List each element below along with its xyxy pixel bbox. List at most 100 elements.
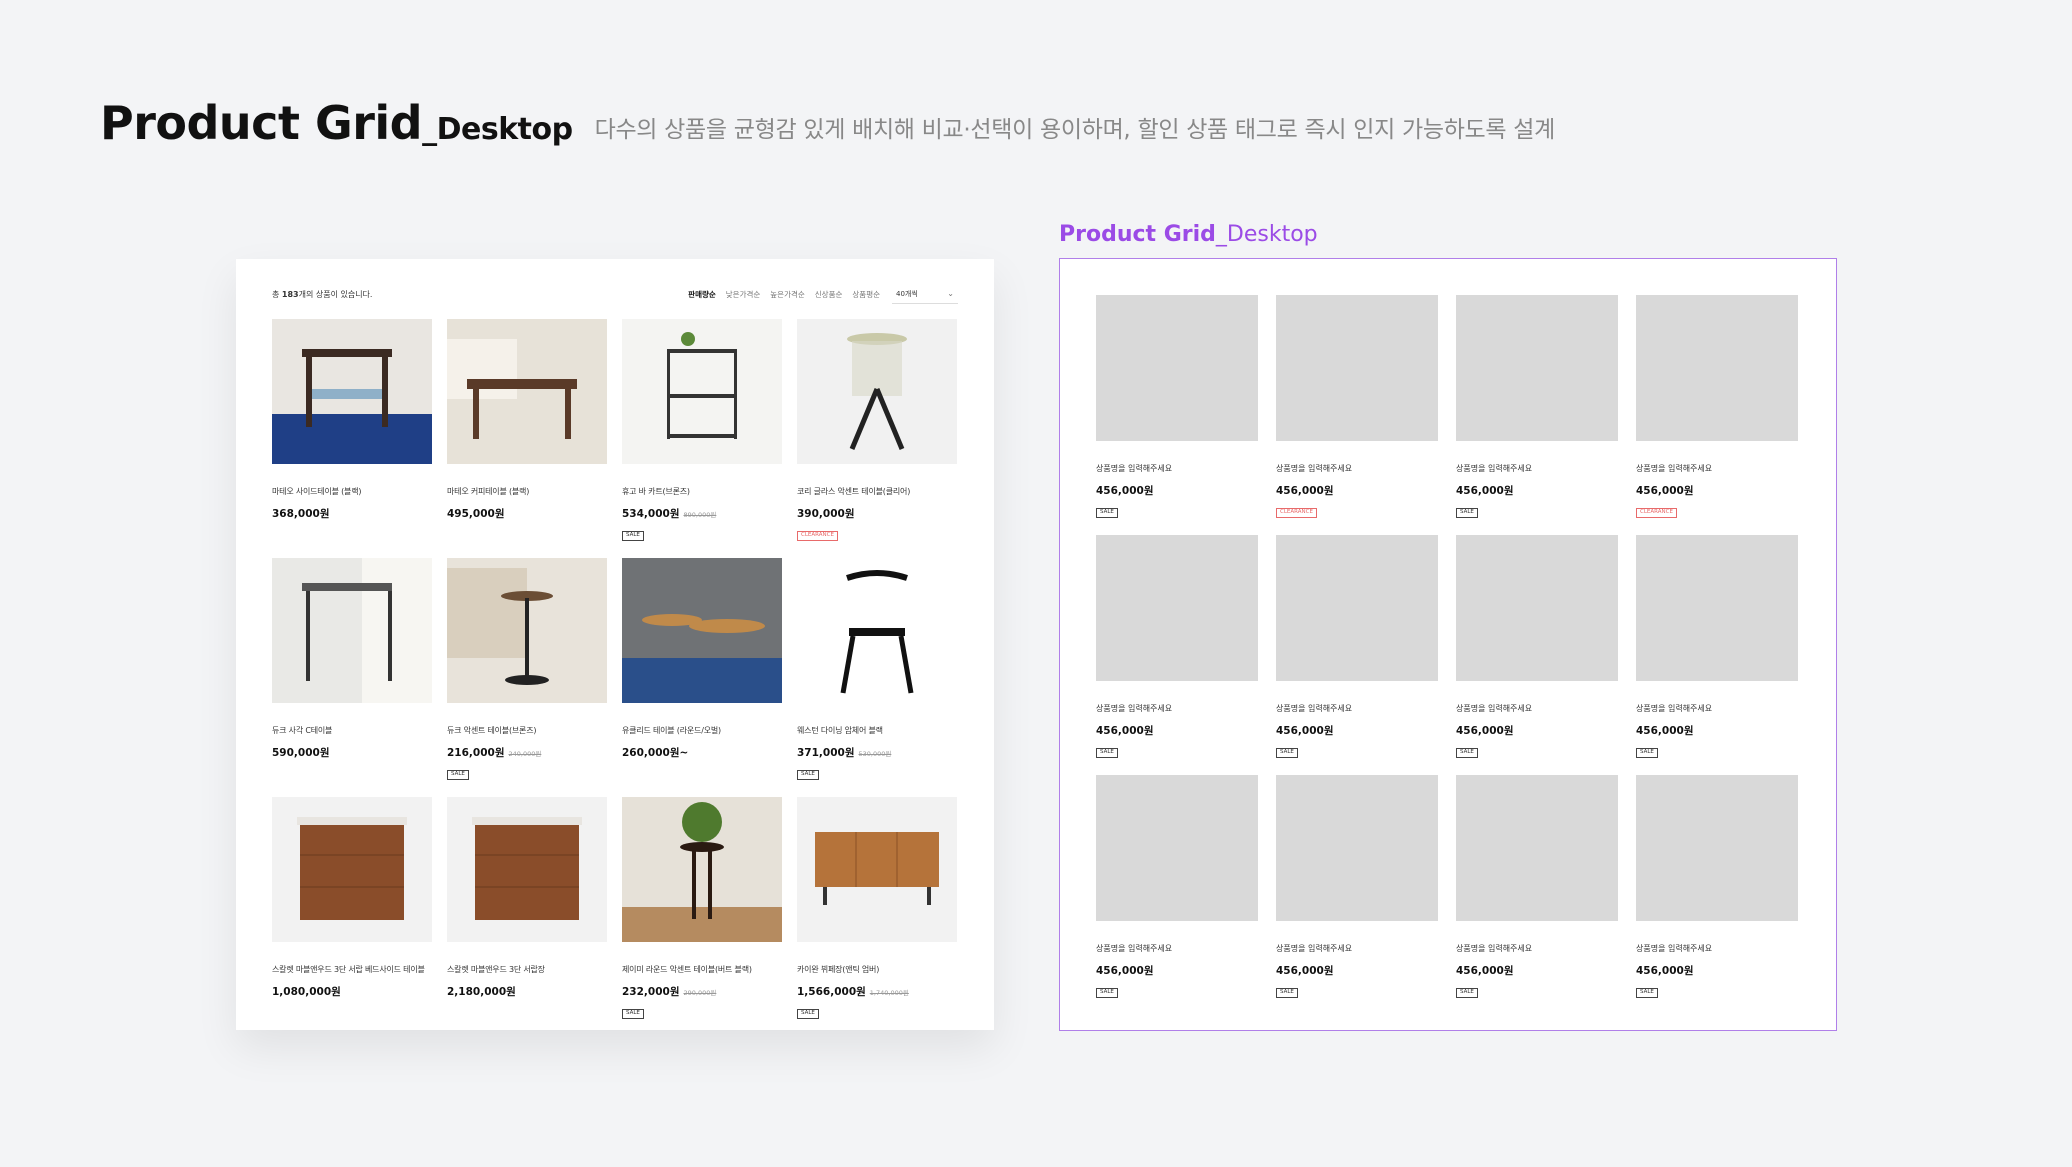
wireframe-card: 상품명을 입력해주세요 456,000원 SALE (1096, 535, 1258, 775)
page-title-main: Product Grid (100, 96, 423, 150)
sort-best-selling[interactable]: 판매량순 (688, 289, 716, 300)
price-row: 1,566,000원 1,740,000원 (797, 984, 957, 999)
product-image[interactable] (797, 797, 957, 942)
wireframe-card: 상품명을 입력해주세요 456,000원 SALE (1096, 295, 1258, 535)
product-card[interactable]: 카이완 뷔페장(앤틱 엄버) 1,566,000원 1,740,000원 SALE (797, 797, 957, 1036)
sort-reviews[interactable]: 상품평순 (852, 289, 880, 300)
sale-tag: SALE (622, 1009, 644, 1019)
product-count: 총 183개의 상품이 있습니다. (272, 289, 372, 300)
product-image[interactable] (272, 797, 432, 942)
price-row: 495,000원 (447, 506, 607, 521)
sort-high-price[interactable]: 높은가격순 (770, 289, 805, 300)
wireframe-card: 상품명을 입력해주세요 456,000원 SALE (1456, 775, 1618, 1015)
sale-tag: SALE (1096, 988, 1118, 998)
product-name[interactable]: 듀크 악센트 테이블(브론즈) (447, 725, 607, 736)
placeholder-price: 456,000원 (1636, 485, 1694, 497)
placeholder-name: 상품명을 입력해주세요 (1276, 944, 1353, 953)
sale-tag: SALE (1456, 508, 1478, 518)
wireframe-card: 상품명을 입력해주세요 456,000원 SALE (1636, 535, 1798, 775)
placeholder-name: 상품명을 입력해주세요 (1096, 944, 1173, 953)
wireframe-card: 상품명을 입력해주세요 456,000원 SALE (1456, 535, 1618, 775)
placeholder-name: 상품명을 입력해주세요 (1096, 704, 1173, 713)
per-page-select[interactable]: 40개씩 ⌄ (892, 284, 958, 304)
placeholder-name: 상품명을 입력해주세요 (1456, 944, 1533, 953)
product-name[interactable]: 코리 글라스 악센트 테이블(클리어) (797, 486, 957, 497)
price-row: 590,000원 (272, 745, 432, 760)
product-card[interactable]: 제이미 라운드 악센트 테이블(버트 블랙) 232,000원 290,000원 SA… (622, 797, 782, 1036)
grid-toolbar: 총 183개의 상품이 있습니다. 판매량순 낮은가격순 높은가격순 신상품순 … (272, 281, 958, 307)
product-image[interactable] (447, 558, 607, 703)
price-row: 2,180,000원 (447, 984, 607, 999)
image-placeholder (1276, 775, 1438, 921)
product-image[interactable] (447, 319, 607, 464)
product-name[interactable]: 마테오 사이드테이블 (블랙) (272, 486, 432, 497)
product-name[interactable]: 스칼렛 마블앤우드 3단 서랍장 (447, 964, 607, 975)
placeholder-name: 상품명을 입력해주세요 (1636, 704, 1713, 713)
product-card[interactable]: 스칼렛 마블앤우드 3단 서랍장 2,180,000원 (447, 797, 607, 1036)
wireframe-label-sub: _Desktop (1215, 222, 1318, 247)
product-price: 368,000원 (272, 508, 330, 520)
product-card[interactable]: 휴고 바 카트(브론즈) 534,000원 890,000원 SALE (622, 319, 782, 558)
product-card[interactable]: 마테오 커피테이블 (블랙) 495,000원 (447, 319, 607, 558)
page-title-sub: _Desktop (422, 112, 573, 147)
image-placeholder (1096, 295, 1258, 441)
product-image[interactable] (797, 558, 957, 703)
product-card[interactable]: 스칼렛 마블앤우드 3단 서랍 베드사이드 테이블 1,080,000원 (272, 797, 432, 1036)
product-name[interactable]: 유클리드 테이블 (라운드/오벌) (622, 725, 782, 736)
placeholder-price: 456,000원 (1456, 965, 1514, 977)
placeholder-price: 456,000원 (1636, 965, 1694, 977)
product-image[interactable] (272, 319, 432, 464)
price-row: 390,000원 (797, 506, 957, 521)
placeholder-name: 상품명을 입력해주세요 (1636, 944, 1713, 953)
product-image[interactable] (447, 797, 607, 942)
sale-tag: SALE (1456, 748, 1478, 758)
product-card[interactable]: 웨스턴 다이닝 암체어 블랙 371,000원 530,000원 SALE (797, 558, 957, 797)
price-row: 1,080,000원 (272, 984, 432, 999)
product-name[interactable]: 휴고 바 카트(브론즈) (622, 486, 782, 497)
product-image[interactable] (797, 319, 957, 464)
wireframe-card: 상품명을 입력해주세요 456,000원 CLEARANCE (1636, 295, 1798, 535)
image-placeholder (1096, 535, 1258, 681)
image-placeholder (1636, 295, 1798, 441)
placeholder-name: 상품명을 입력해주세요 (1636, 464, 1713, 473)
product-name[interactable]: 카이완 뷔페장(앤틱 엄버) (797, 964, 957, 975)
image-placeholder (1456, 775, 1618, 921)
product-image[interactable] (622, 319, 782, 464)
price-row: 534,000원 890,000원 (622, 506, 782, 521)
product-price: 371,000원 (797, 747, 855, 759)
placeholder-price: 456,000원 (1276, 965, 1334, 977)
placeholder-price: 456,000원 (1096, 965, 1154, 977)
chevron-down-icon: ⌄ (947, 289, 954, 298)
price-row: 371,000원 530,000원 (797, 745, 957, 760)
sale-tag: SALE (797, 1009, 819, 1019)
placeholder-name: 상품명을 입력해주세요 (1456, 704, 1533, 713)
product-image[interactable] (622, 797, 782, 942)
product-card[interactable]: 코리 글라스 악센트 테이블(클리어) 390,000원 CLEARANCE (797, 319, 957, 558)
product-name[interactable]: 웨스턴 다이닝 암체어 블랙 (797, 725, 957, 736)
original-price: 890,000원 (683, 511, 717, 519)
product-name[interactable]: 마테오 커피테이블 (블랙) (447, 486, 607, 497)
product-price: 232,000원 (622, 986, 680, 998)
product-card[interactable]: 유클리드 테이블 (라운드/오벌) 260,000원~ (622, 558, 782, 797)
product-card[interactable]: 듀크 악센트 테이블(브론즈) 216,000원 240,000원 SALE (447, 558, 607, 797)
product-image[interactable] (272, 558, 432, 703)
wireframe-grid: 상품명을 입력해주세요 456,000원 SALE 상품명을 입력해주세요 456,00… (1096, 295, 1798, 1015)
wireframe-card: 상품명을 입력해주세요 456,000원 SALE (1456, 295, 1618, 535)
product-count-suffix: 개의 상품이 있습니다. (298, 289, 373, 299)
placeholder-price: 456,000원 (1636, 725, 1694, 737)
placeholder-price: 456,000원 (1456, 485, 1514, 497)
clearance-tag: CLEARANCE (797, 531, 838, 541)
product-card[interactable]: 마테오 사이드테이블 (블랙) 368,000원 (272, 319, 432, 558)
product-name[interactable]: 제이미 라운드 악센트 테이블(버트 블랙) (622, 964, 782, 975)
sort-low-price[interactable]: 낮은가격순 (726, 289, 761, 300)
sale-tag: SALE (1096, 508, 1118, 518)
wireframe-card: 상품명을 입력해주세요 456,000원 SALE (1636, 775, 1798, 1015)
product-name[interactable]: 스칼렛 마블앤우드 3단 서랍 베드사이드 테이블 (272, 964, 432, 975)
sale-tag: SALE (1276, 988, 1298, 998)
product-name[interactable]: 듀크 사각 C테이블 (272, 725, 432, 736)
page-description: 다수의 상품을 균형감 있게 배치해 비교·선택이 용이하며, 할인 상품 태그… (594, 117, 1556, 143)
sort-newest[interactable]: 신상품순 (815, 289, 843, 300)
product-card[interactable]: 듀크 사각 C테이블 590,000원 (272, 558, 432, 797)
product-image[interactable] (622, 558, 782, 703)
image-placeholder (1636, 775, 1798, 921)
